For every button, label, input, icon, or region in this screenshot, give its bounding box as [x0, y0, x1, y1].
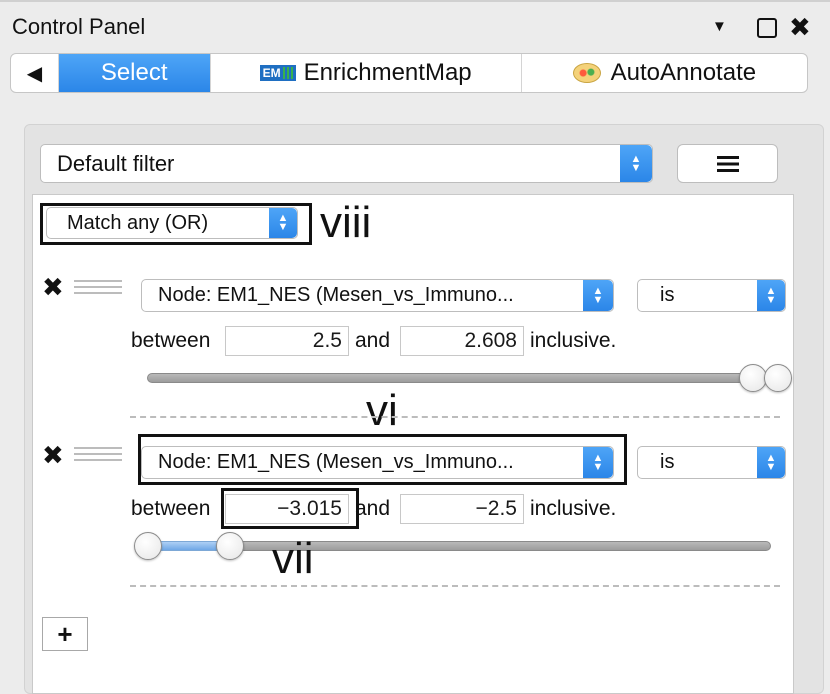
rule-1-high-input[interactable]: 2.608	[400, 326, 524, 356]
rule-1-inclusive-label: inclusive.	[530, 329, 617, 352]
remove-rule-2-icon[interactable]: ✖	[42, 440, 64, 471]
rule-2-high-thumb[interactable]	[215, 532, 244, 560]
rule-2-operator-value: is	[660, 451, 675, 473]
chevron-left-icon: ◀	[26, 62, 43, 85]
rule-1-range-slider[interactable]	[147, 373, 771, 383]
close-icon[interactable]: ✖	[789, 12, 811, 43]
drag-handle-icon[interactable]	[74, 280, 122, 294]
autoannotate-icon	[572, 63, 601, 83]
select-arrows-icon: ▲ ▼	[269, 208, 297, 238]
tab-enrichmentmap-label: EnrichmentMap	[303, 59, 472, 86]
rule-2-inclusive-label: inclusive.	[530, 497, 617, 520]
select-arrows-icon: ▲ ▼	[583, 447, 613, 478]
drag-handle-icon[interactable]	[74, 447, 122, 461]
tab-select[interactable]: Select	[58, 54, 211, 92]
float-window-icon[interactable]	[757, 18, 777, 38]
select-arrows-icon: ▲ ▼	[620, 145, 652, 182]
rule-1-operator-value: is	[660, 284, 675, 306]
enrichmentmap-icon: EM	[259, 65, 296, 81]
select-arrows-icon: ▲ ▼	[757, 280, 785, 311]
select-arrows-icon: ▲ ▼	[583, 280, 613, 311]
rule-2-low-input[interactable]: −3.015	[225, 494, 349, 524]
rule-2-low-thumb[interactable]	[134, 532, 162, 560]
rule-separator	[130, 416, 780, 418]
rule-1-low-input[interactable]: 2.5	[225, 326, 349, 356]
rule-1-column-value: Node: EM1_NES (Mesen_vs_Immuno...	[158, 284, 514, 306]
rule-1-operator-select[interactable]: is ▲ ▼	[637, 279, 786, 312]
hamburger-icon	[716, 155, 739, 172]
filter-menu-button[interactable]	[677, 144, 778, 183]
rule-1-between-label: between	[131, 329, 211, 352]
rule-2-operator-select[interactable]: is ▲ ▼	[637, 446, 786, 479]
annotation-label-vii: vii	[272, 534, 314, 583]
rule-2-column-select[interactable]: Node: EM1_NES (Mesen_vs_Immuno... ▲ ▼	[141, 446, 614, 479]
tab-bar: ◀ Select EM EnrichmentMap AutoAnnotate	[10, 53, 808, 93]
filter-preset-value: Default filter	[57, 150, 175, 176]
match-mode-value: Match any (OR)	[67, 211, 209, 234]
add-rule-button[interactable]: +	[42, 617, 88, 651]
tab-enrichmentmap[interactable]: EM EnrichmentMap	[211, 54, 522, 92]
rule-2-between-label: between	[131, 497, 211, 520]
tab-autoannotate[interactable]: AutoAnnotate	[522, 54, 807, 92]
rule-1-column-select[interactable]: Node: EM1_NES (Mesen_vs_Immuno... ▲ ▼	[141, 279, 614, 312]
remove-rule-1-icon[interactable]: ✖	[42, 272, 64, 303]
rule-1-high-thumb[interactable]	[764, 364, 792, 392]
plus-icon: +	[57, 618, 73, 649]
match-mode-select[interactable]: Match any (OR) ▲ ▼	[46, 207, 298, 239]
select-arrows-icon: ▲ ▼	[757, 447, 785, 478]
tab-scroll-left-button[interactable]: ◀	[11, 54, 59, 92]
panel-title: Control Panel	[12, 14, 146, 39]
rule-2-column-value: Node: EM1_NES (Mesen_vs_Immuno...	[158, 451, 514, 473]
rule-2-high-input[interactable]: −2.5	[400, 494, 524, 524]
rule-separator	[130, 585, 780, 587]
rule-2-and-label: and	[355, 497, 391, 520]
filter-preset-select[interactable]: Default filter ▲ ▼	[40, 144, 653, 183]
annotation-label-viii: viii	[320, 198, 372, 247]
annotation-label-vi: vi	[366, 386, 398, 435]
panel-titlebar: Control Panel ▼ ✖	[0, 0, 830, 48]
rule-1-low-thumb[interactable]	[738, 364, 767, 392]
rule-1-and-label: and	[355, 329, 391, 352]
tab-autoannotate-label: AutoAnnotate	[610, 59, 757, 86]
tab-select-label: Select	[100, 59, 168, 86]
minimize-icon[interactable]: ▼	[712, 18, 727, 35]
